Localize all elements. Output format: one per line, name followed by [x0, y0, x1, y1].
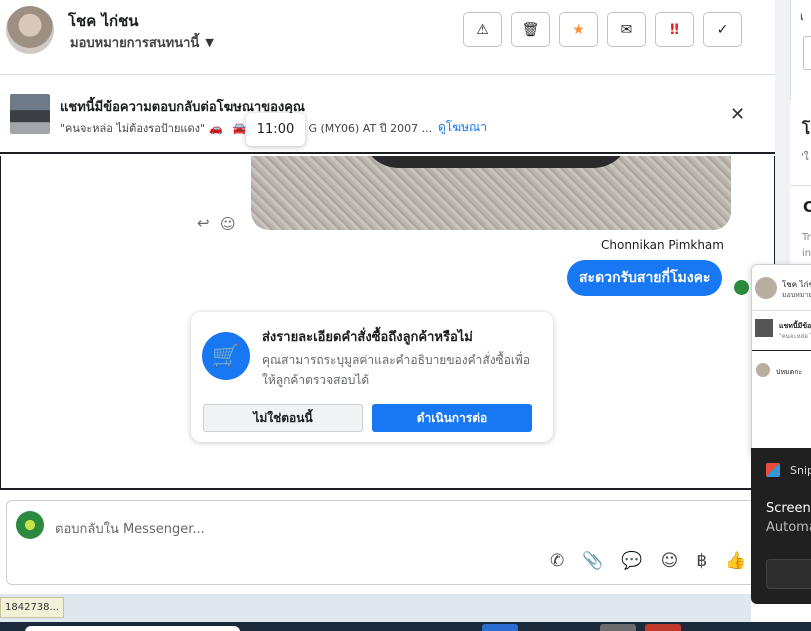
continue-button[interactable]: ดำเนินการต่อ [372, 404, 532, 432]
sender-name: Chonnikan Pimkham [601, 238, 724, 252]
mark-spam-button[interactable]: ⚠ [463, 12, 502, 47]
order-prompt-title: ส่งรายละเอียดคำสั่งซื้อถึงลูกค้าหรือไม่ [262, 330, 473, 345]
attach-icon[interactable]: 📎 [582, 551, 603, 571]
ad-quote: "คนจะหล่อ ไม่ต้องรอป้ายแดง" [60, 122, 206, 135]
right-panel-fragment-top: เ [800, 10, 804, 23]
right-panel-sub: 'ใ [801, 152, 809, 163]
delete-button[interactable]: 🗑 [511, 12, 550, 47]
notification-action-button[interactable] [766, 559, 811, 589]
preview-assign: มอบหมายก [782, 291, 811, 299]
snip-preview-thumbnail[interactable]: โชค ไก่ชน มอบหมายก แชทนี้มีข้อ "คนจะหล่อ… [751, 264, 811, 454]
preview-message: ปหมดกะ [776, 368, 803, 376]
right-panel-heading: โ [802, 120, 811, 138]
baht-icon[interactable]: ฿ [696, 551, 707, 571]
page-avatar [16, 511, 44, 539]
envelope-icon: ✉ [620, 21, 633, 38]
snipping-tool-icon [766, 463, 780, 477]
assign-conversation-dropdown[interactable]: มอบหมายการสนทนานี้ ▼ [70, 32, 214, 53]
emoji-icon[interactable]: ☺ [661, 551, 679, 571]
mark-done-button[interactable]: ✓ [703, 12, 742, 47]
warning-icon: ⚠ [476, 21, 489, 38]
snip-notification[interactable]: Snip Screens Automa [751, 448, 811, 604]
double-exclamation-icon: ‼ [670, 21, 679, 38]
notification-app-name: Snip [790, 464, 811, 477]
shopping-cart-icon: 🛒 [202, 332, 250, 380]
reply-box[interactable]: ตอบกลับใน Messenger... ✆ 📎 💬 ☺ ฿ 👍 [6, 500, 769, 585]
assign-label: มอบหมายการสนทนานี้ [70, 36, 200, 51]
reaction-icon[interactable]: ☺ [220, 215, 236, 233]
notification-line-1: Screens [766, 501, 811, 516]
message-thread[interactable]: ↩ ☺ Chonnikan Pimkham สะดวกรับสายกี่โมงค… [0, 156, 775, 488]
conversation-toolbar: ⚠ 🗑 ★ ✉ ‼ ✓ [463, 12, 742, 47]
right-panel-input[interactable] [803, 36, 811, 70]
car-emoji-icon: 🚗 [209, 122, 223, 135]
star-icon: ★ [572, 21, 585, 38]
car-shape [361, 156, 631, 168]
preview-divider [752, 310, 811, 311]
conversation-header: โชค ไก่ชน มอบหมายการสนทนานี้ ▼ ⚠ 🗑 ★ ✉ ‼… [0, 0, 775, 75]
preview-avatar-2 [756, 363, 770, 377]
car-emoji-icon-2: 🚘 [232, 122, 247, 135]
contact-avatar[interactable] [6, 6, 54, 54]
reply-icon[interactable]: ↩ [197, 214, 210, 232]
ad-reply-banner: แชทนี้มีข้อความตอบกลับต่อโฆษณาของคุณ "คน… [0, 76, 775, 154]
contact-name[interactable]: โชค ไก่ชน [68, 9, 139, 33]
preview-ad-thumb [755, 319, 773, 337]
taskbar-app-2[interactable] [600, 624, 636, 631]
composer-icons: ✆ 📎 💬 ☺ ฿ 👍 [550, 551, 746, 571]
right-panel-heading-2: C [803, 198, 811, 216]
seen-avatar [734, 280, 749, 295]
right-panel-line-1: Tr [802, 232, 811, 243]
right-panel-divider [790, 185, 811, 186]
ad-title-fragment: G (MY06) AT ปี 2007 ... [308, 122, 433, 135]
checkmark-icon: ✓ [716, 21, 729, 38]
outgoing-message-bubble[interactable]: สะดวกรับสายกี่โมงคะ [567, 260, 723, 296]
add-call-icon[interactable]: ✆ [550, 551, 564, 571]
timestamp-tooltip: 11:00 [246, 113, 305, 146]
follow-up-button[interactable]: ‼ [655, 12, 694, 47]
notification-line-2: Automa [766, 520, 811, 535]
message-composer: ตอบกลับใน Messenger... ✆ 📎 💬 ☺ ฿ 👍 [0, 488, 775, 594]
taskbar-search[interactable] [25, 626, 240, 631]
taskbar-app-3[interactable] [645, 624, 681, 631]
mark-unread-button[interactable]: ✉ [607, 12, 646, 47]
status-url-tip: 1842738... [0, 597, 65, 618]
not-now-button[interactable]: ไม่ใช่ตอนนี้ [203, 404, 363, 432]
preview-ad-quote: "คนจะหล่อ ไ [779, 333, 811, 340]
preview-divider-2 [752, 350, 811, 351]
like-icon[interactable]: 👍 [725, 551, 746, 571]
right-panel-line-2: in [802, 248, 811, 259]
order-prompt-description: คุณสามารถระบุมูลค่าและคำอธิบายของคำสั่งซ… [262, 353, 531, 387]
preview-avatar [755, 277, 777, 299]
car-photo-message[interactable] [251, 156, 731, 230]
order-details-prompt: 🛒 ส่งรายละเอียดคำสั่งซื้อถึงลูกค้าหรือไม… [191, 312, 553, 442]
ad-thumbnail [10, 94, 50, 134]
view-ad-link[interactable]: ดูโฆษณา [438, 118, 487, 137]
cart-glyph: 🛒 [212, 343, 240, 369]
caret-down-icon: ▼ [205, 36, 214, 49]
saved-reply-icon[interactable]: 💬 [621, 551, 642, 571]
reply-input[interactable]: ตอบกลับใน Messenger... [55, 518, 205, 539]
close-icon[interactable]: ✕ [730, 104, 745, 125]
trash-icon: 🗑 [521, 21, 540, 38]
taskbar-app-1[interactable] [482, 624, 518, 631]
star-button[interactable]: ★ [559, 12, 598, 47]
